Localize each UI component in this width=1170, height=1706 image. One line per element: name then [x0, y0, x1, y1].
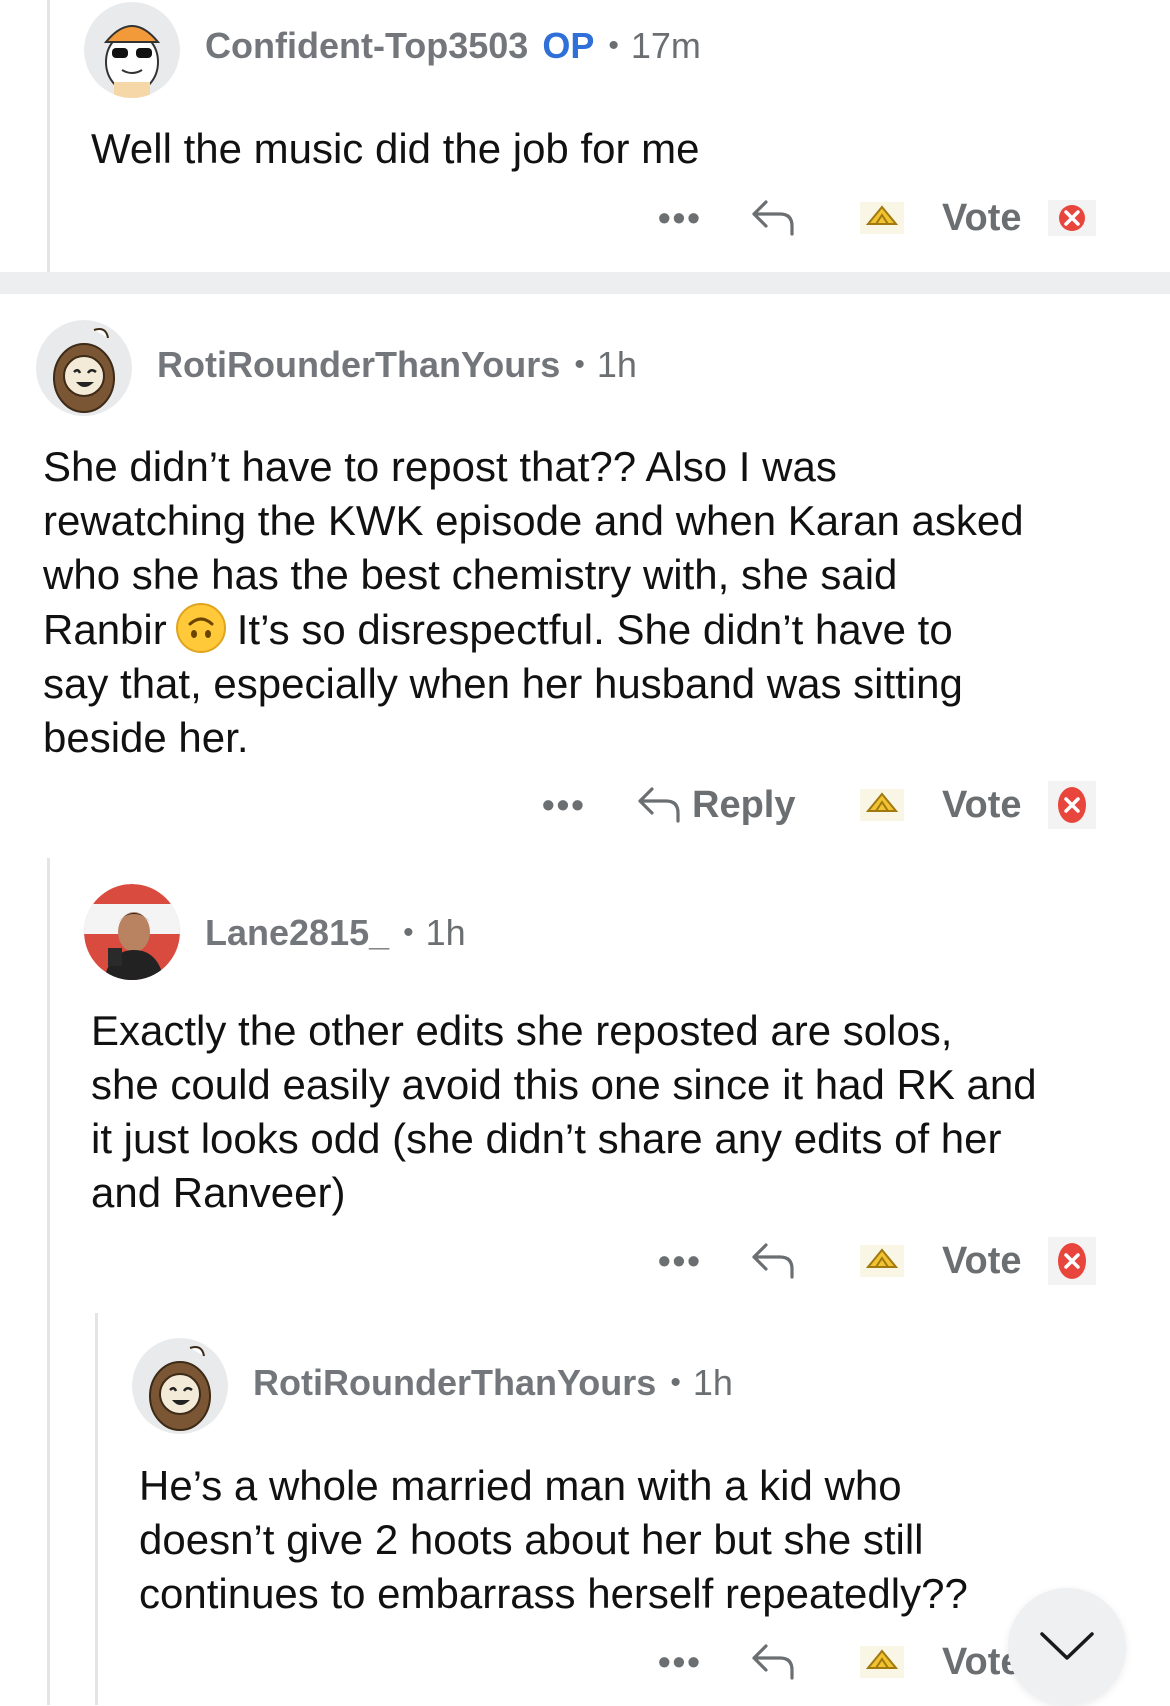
comment-line: say that, especially when her husband wa…: [43, 660, 963, 707]
avatar[interactable]: [132, 1338, 228, 1434]
comment-meta: RotiRounderThanYours • 1h: [253, 1362, 733, 1404]
comment-body: Exactly the other edits she reposted are…: [91, 1004, 1037, 1220]
reply-button[interactable]: [750, 1632, 796, 1692]
reply-arrow-icon: [750, 198, 796, 238]
vote-button[interactable]: Vote: [942, 775, 1022, 835]
timestamp: 1h: [596, 344, 637, 385]
comment-line: Exactly the other edits she reposted are…: [91, 1007, 953, 1054]
award-button[interactable]: [860, 1231, 904, 1291]
reply-arrow-icon: [636, 785, 682, 825]
comment-divider: [0, 272, 1170, 294]
gold-award-icon: [860, 787, 904, 823]
timestamp: 17m: [630, 25, 701, 66]
reply-button[interactable]: [750, 1231, 796, 1291]
comment-line: rewatching the KWK episode and when Kara…: [43, 497, 1024, 544]
comment-line: she could easily avoid this one since it…: [91, 1061, 1037, 1108]
scroll-down-button[interactable]: [1008, 1588, 1126, 1706]
comment-line: Ranbir It’s so disrespectful. She didn’t …: [43, 602, 1024, 657]
comment-line: She didn’t have to repost that?? Also I …: [43, 443, 837, 490]
comment-body: She didn’t have to repost that?? Also I …: [43, 440, 1024, 765]
comment-text: Well the music did the job for me: [91, 125, 700, 172]
comment-meta: RotiRounderThanYours • 1h: [157, 344, 637, 386]
vote-label: Vote: [942, 196, 1022, 239]
separator-dot: •: [608, 29, 619, 62]
vote-button[interactable]: Vote: [942, 188, 1022, 248]
award-button[interactable]: [860, 1632, 904, 1692]
comment-meta: Lane2815_ • 1h: [205, 912, 466, 954]
comment-line: beside her.: [43, 714, 249, 761]
timestamp: 1h: [692, 1362, 733, 1403]
reply-arrow-icon: [750, 1241, 796, 1281]
comment-body: He’s a whole married man with a kid who …: [139, 1459, 968, 1621]
comment-line: it just looks odd (she didn’t share any …: [91, 1115, 1002, 1162]
reply-arrow-icon: [750, 1642, 796, 1682]
vote-label: Vote: [942, 1239, 1022, 1282]
red-x-icon: [1048, 200, 1096, 236]
red-x-icon: [1048, 781, 1096, 829]
gold-award-icon: [860, 200, 904, 236]
avatar[interactable]: [84, 884, 180, 980]
gold-award-icon: [860, 1644, 904, 1680]
upside-down-face-emoji: [175, 602, 227, 654]
vote-label: Vote: [942, 783, 1022, 826]
reply-button[interactable]: [750, 188, 796, 248]
chevron-down-icon: [1038, 1630, 1096, 1664]
more-icon: •••: [658, 1641, 702, 1682]
username[interactable]: Confident-Top3503: [205, 25, 528, 67]
red-x-icon: [1048, 1237, 1096, 1285]
award-button[interactable]: [860, 775, 904, 835]
award-button[interactable]: [860, 188, 904, 248]
comment-line-start: Ranbir: [43, 606, 167, 653]
op-badge: OP: [542, 25, 595, 66]
more-icon: •••: [658, 197, 702, 238]
more-icon: •••: [658, 1240, 702, 1281]
username[interactable]: RotiRounderThanYours: [253, 1362, 656, 1404]
thread-line-3: [95, 1313, 98, 1705]
downvote-button[interactable]: [1048, 188, 1096, 248]
reply-button[interactable]: Reply: [636, 775, 795, 835]
thread-line-1: [47, 0, 50, 272]
comment-line: and Ranveer): [91, 1169, 346, 1216]
gold-award-icon: [860, 1243, 904, 1279]
comment-line: continues to embarrass herself repeatedl…: [139, 1570, 968, 1617]
separator-dot: •: [670, 1366, 681, 1399]
avatar[interactable]: [84, 2, 180, 98]
username[interactable]: Lane2815_: [205, 912, 389, 954]
thread-line-2: [47, 858, 50, 1705]
vote-button[interactable]: Vote: [942, 1231, 1022, 1291]
username[interactable]: RotiRounderThanYours: [157, 344, 560, 386]
downvote-button[interactable]: [1048, 775, 1096, 835]
more-options-button[interactable]: •••: [542, 775, 586, 835]
more-options-button[interactable]: •••: [658, 188, 702, 248]
comment-meta: Confident-Top3503 OP • 17m: [205, 25, 701, 67]
comment-body: Well the music did the job for me: [91, 122, 700, 176]
comment-line-end: It’s so disrespectful. She didn’t have t…: [236, 606, 953, 653]
separator-dot: •: [403, 916, 414, 949]
comment-line: He’s a whole married man with a kid who: [139, 1462, 902, 1509]
more-options-button[interactable]: •••: [658, 1231, 702, 1291]
comment-line: doesn’t give 2 hoots about her but she s…: [139, 1516, 924, 1563]
more-options-button[interactable]: •••: [658, 1632, 702, 1692]
downvote-button[interactable]: [1048, 1231, 1096, 1291]
separator-dot: •: [574, 348, 585, 381]
avatar[interactable]: [36, 320, 132, 416]
more-icon: •••: [542, 784, 586, 825]
reply-label: Reply: [692, 783, 796, 826]
timestamp: 1h: [425, 912, 466, 953]
comment-line: who she has the best chemistry with, she…: [43, 551, 898, 598]
